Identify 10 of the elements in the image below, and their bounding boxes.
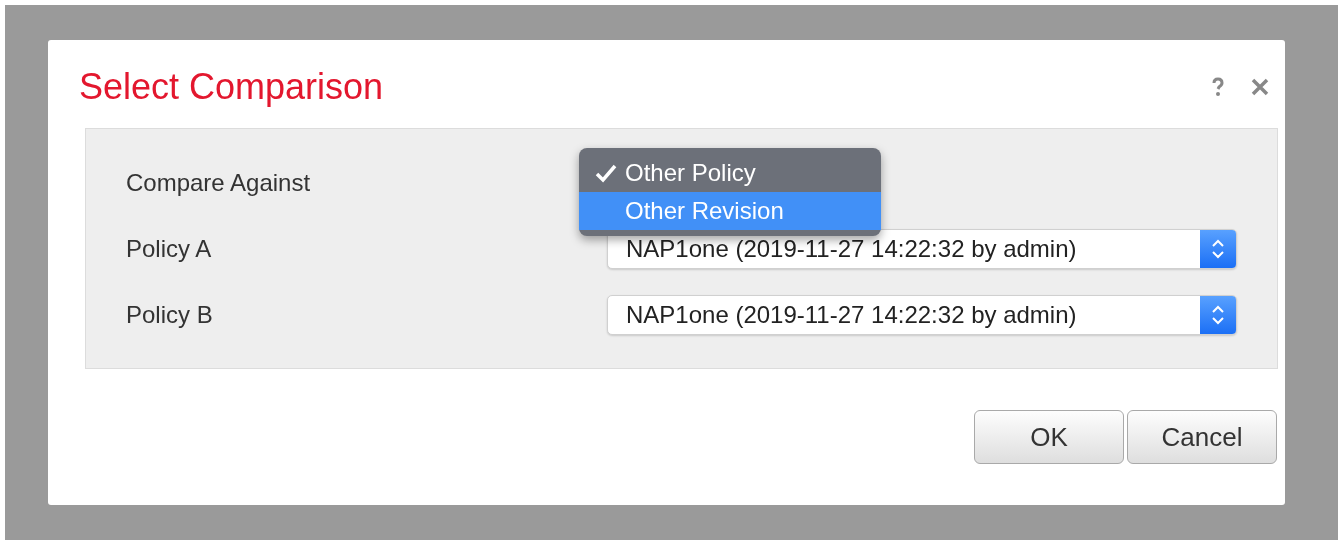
dialog-button[interactable]: Cancel <box>1127 410 1277 464</box>
dialog-button[interactable]: OK <box>974 410 1124 464</box>
field-label: Compare Against <box>126 169 312 197</box>
policy-select[interactable]: NAP1one (2019-11-27 14:22:32 by admin) <box>607 295 1237 335</box>
dialog-title: Select Comparison <box>79 66 385 108</box>
field-label: Policy A <box>126 235 213 263</box>
menu-item[interactable]: Other Policy <box>579 154 881 192</box>
close-icon[interactable] <box>1249 76 1271 98</box>
field-label: Policy B <box>126 301 214 329</box>
policy-select[interactable]: NAP1one (2019-11-27 14:22:32 by admin) <box>607 229 1237 269</box>
